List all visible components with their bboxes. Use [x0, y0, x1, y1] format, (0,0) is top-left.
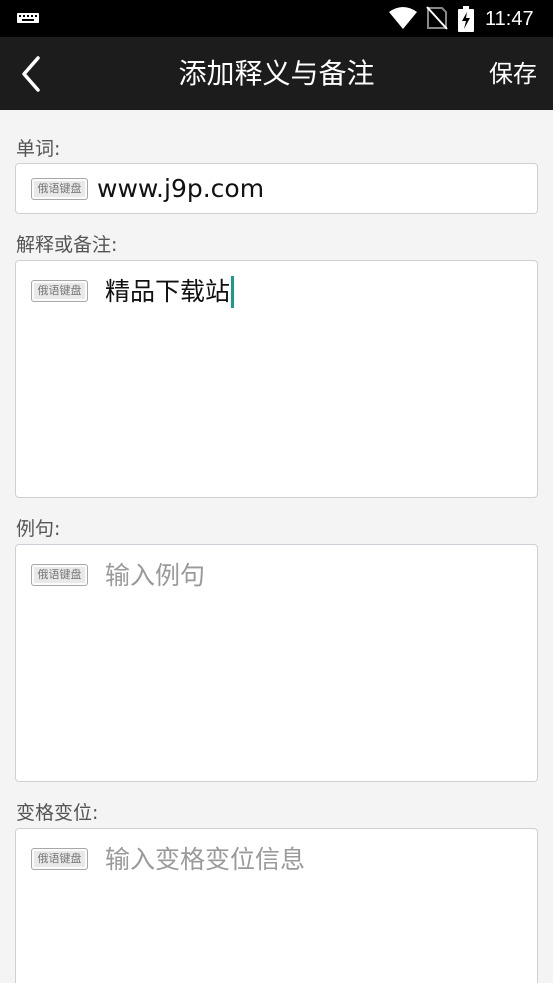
wifi-icon: [389, 7, 417, 29]
inflection-placeholder: 输入变格变位信息: [105, 845, 306, 874]
inflection-label: 变格变位:: [16, 802, 99, 824]
page-title: 添加释义与备注: [178, 57, 375, 90]
status-time: 11:47: [485, 8, 534, 30]
russian-keyboard-badge[interactable]: 俄语键盘: [31, 178, 88, 200]
no-sim-icon: [426, 6, 448, 30]
battery-charging-icon: [458, 6, 474, 32]
status-bar: 11:47: [0, 0, 553, 37]
keyboard-icon: [17, 13, 39, 23]
inflection-field[interactable]: 俄语键盘 输入变格变位信息: [15, 828, 538, 983]
definition-field[interactable]: 俄语键盘 精品下载站: [15, 260, 538, 498]
russian-keyboard-badge[interactable]: 俄语键盘: [31, 564, 88, 586]
definition-label: 解释或备注:: [16, 234, 118, 256]
definition-input-value: 精品下载站: [105, 276, 235, 308]
word-label: 单词:: [16, 138, 61, 160]
title-bar: 添加释义与备注 保存: [0, 37, 553, 110]
example-field[interactable]: 俄语键盘 输入例句: [15, 544, 538, 782]
word-field[interactable]: 俄语键盘 www.j9p.com: [15, 163, 538, 214]
example-placeholder: 输入例句: [105, 561, 206, 590]
definition-text: 精品下载站: [105, 277, 231, 306]
word-input-value: www.j9p.com: [97, 174, 265, 203]
russian-keyboard-badge[interactable]: 俄语键盘: [31, 280, 88, 302]
russian-keyboard-badge[interactable]: 俄语键盘: [31, 848, 88, 870]
text-cursor: [231, 276, 235, 308]
example-label: 例句:: [16, 518, 61, 540]
save-button[interactable]: 保存: [489, 59, 537, 89]
